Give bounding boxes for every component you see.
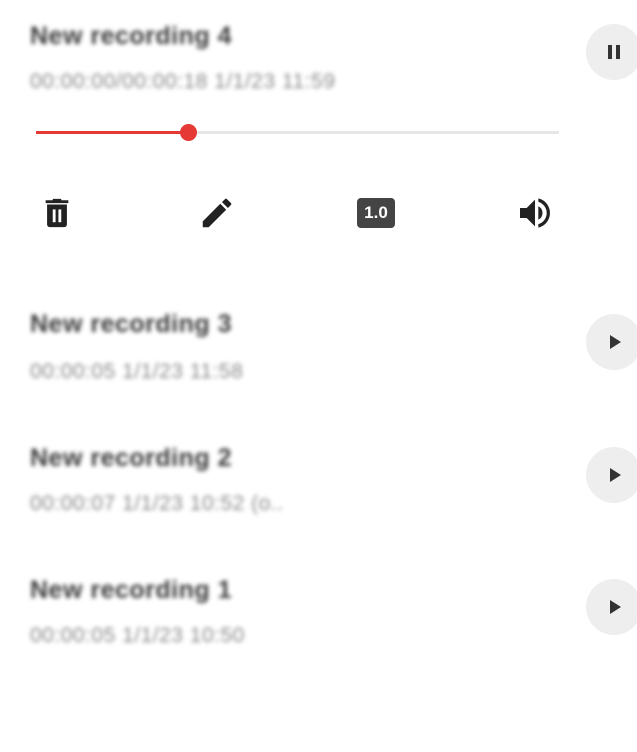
recording-title[interactable]: New recording 3 (30, 310, 232, 339)
recording-meta: 00:00:05 1/1/23 10:50 (30, 624, 245, 647)
play-button[interactable] (586, 579, 637, 635)
play-icon (610, 335, 621, 349)
volume-button[interactable] (515, 193, 555, 233)
speed-icon: 1.0 (357, 198, 395, 228)
seek-progress (36, 131, 188, 134)
recording-meta: 00:00:07 1/1/23 10:52 (o.. (30, 492, 284, 515)
volume-icon (520, 198, 550, 228)
delete-button[interactable] (37, 193, 77, 233)
pause-button[interactable] (586, 24, 637, 80)
recording-title[interactable]: New recording 1 (30, 576, 232, 605)
seek-bar[interactable] (36, 124, 559, 141)
speed-label: 1.0 (364, 203, 388, 222)
play-icon (610, 468, 621, 482)
play-icon (610, 600, 621, 614)
recording-title[interactable]: New recording 2 (30, 444, 232, 473)
pause-icon (608, 45, 620, 59)
play-button[interactable] (586, 314, 637, 370)
recording-meta: 00:00:05 1/1/23 11:58 (30, 360, 244, 383)
rename-button[interactable] (197, 193, 237, 233)
speed-button[interactable]: 1.0 (356, 193, 396, 233)
play-button[interactable] (586, 447, 637, 503)
recording-title[interactable]: New recording 4 (30, 22, 232, 51)
trash-icon (45, 198, 69, 228)
pencil-icon (202, 198, 232, 228)
seek-thumb[interactable] (179, 124, 197, 141)
recording-meta: 00:00:00/00:00:18 1/1/23 11:59 (30, 70, 336, 93)
